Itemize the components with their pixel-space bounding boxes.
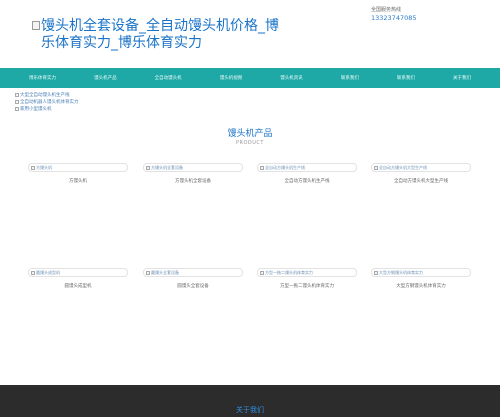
nav-item-about[interactable]: 关于我们 (453, 75, 471, 81)
product-name[interactable]: 圆馒头成型机 (28, 283, 128, 289)
product-image[interactable]: 方型一拖二馒头机体育实力 (257, 268, 357, 277)
product-name[interactable]: 方馒头机 (28, 178, 128, 184)
product-image[interactable]: 圆馒头全套设备 (143, 268, 243, 277)
banner-link[interactable]: 家用小型馒头机 (15, 105, 79, 112)
broken-image-icon (374, 165, 378, 170)
product-name[interactable]: 全自动方馒头机生产线 (257, 178, 357, 184)
header: 馒头机全套设备_全自动馒头机价格_博乐体育实力_博乐体育实力 全国服务热线 13… (0, 0, 500, 68)
product-section-title: 馒头机产品 PRODUCT (0, 128, 500, 147)
broken-image-icon (260, 165, 264, 170)
product-image[interactable]: 圆馒头成型机 (28, 268, 128, 277)
banner-link-list: 大型全自动馒头机生产线 全自动机器人馒头机体育实力 家用小型馒头机 (15, 91, 79, 112)
product-image-alt: 方馒头机 (36, 164, 52, 170)
broken-image-icon (260, 270, 264, 275)
nav-item-news[interactable]: 馒头机资讯 (280, 75, 303, 81)
banner-link[interactable]: 大型全自动馒头机生产线 (15, 91, 79, 98)
product-image[interactable]: 全自动方馒头机生产线 (257, 163, 357, 172)
product-card[interactable]: 全自动方馒头机生产线 全自动方馒头机生产线 (257, 163, 357, 184)
broken-image-icon (146, 165, 150, 170)
banner-link-text: 家用小型馒头机 (20, 106, 52, 112)
section-title-en: PRODUCT (236, 140, 264, 146)
broken-image-icon (15, 99, 19, 104)
broken-image-icon (374, 270, 378, 275)
product-image-alt: 圆馒头全套设备 (151, 269, 179, 275)
main-nav: 博乐体育实力 馒头机产品 全自动馒头机 馒头机视频 馒头机资讯 联系我们 联系我… (0, 68, 500, 88)
hotline-label: 全国服务热线 (371, 7, 402, 13)
product-name[interactable]: 方型一拖二馒头机体育实力 (257, 283, 357, 289)
footer-about-title[interactable]: 关于我们 (0, 405, 500, 415)
product-image-alt: 圆馒头成型机 (36, 269, 60, 275)
nav-item-home[interactable]: 博乐体育实力 (29, 75, 56, 81)
nav-item-video[interactable]: 馒头机视频 (220, 75, 243, 81)
product-image[interactable]: 全自动方馒头机大型生产线 (371, 163, 471, 172)
banner-link-text: 大型全自动馒头机生产线 (20, 92, 70, 98)
product-card[interactable]: 圆馒头成型机 圆馒头成型机 (28, 268, 128, 289)
product-image-alt: 方型一拖二馒头机体育实力 (265, 269, 313, 275)
broken-image-icon (31, 165, 35, 170)
product-card[interactable]: 大型方钢馒头机体育实力 大型方钢馒头机体育实力 (371, 268, 471, 289)
product-image-alt: 全自动方馒头机大型生产线 (379, 164, 427, 170)
broken-image-icon (15, 106, 19, 111)
page: 馒头机全套设备_全自动馒头机价格_博乐体育实力_博乐体育实力 全国服务热线 13… (0, 0, 500, 417)
product-image[interactable]: 方馒头机全套设备 (143, 163, 243, 172)
nav-item-products[interactable]: 馒头机产品 (94, 75, 117, 81)
product-card[interactable]: 圆馒头全套设备 圆馒头全套设备 (143, 268, 243, 289)
nav-item-contact-2[interactable]: 联系我们 (397, 75, 415, 81)
product-card[interactable]: 方馒头机全套设备 方馒头机全套设备 (143, 163, 243, 184)
broken-image-icon (31, 270, 35, 275)
product-card[interactable]: 方馒头机 方馒头机 (28, 163, 128, 184)
product-image-alt: 全自动方馒头机生产线 (265, 164, 305, 170)
product-image[interactable]: 方馒头机 (28, 163, 128, 172)
broken-image-icon (15, 92, 19, 97)
banner-link[interactable]: 全自动机器人馒头机体育实力 (15, 98, 79, 105)
nav-item-auto-machine[interactable]: 全自动馒头机 (155, 75, 182, 81)
product-name[interactable]: 圆馒头全套设备 (143, 283, 243, 289)
broken-image-icon (146, 270, 150, 275)
product-image[interactable]: 大型方钢馒头机体育实力 (371, 268, 471, 277)
product-name[interactable]: 方馒头机全套设备 (143, 178, 243, 184)
broken-image-icon (32, 21, 40, 30)
contact-block: 全国服务热线 13323747085 (371, 6, 417, 23)
logo-alt-text: 馒头机全套设备_全自动馒头机价格_博乐体育实力_博乐体育实力 (41, 18, 279, 51)
product-card[interactable]: 方型一拖二馒头机体育实力 方型一拖二馒头机体育实力 (257, 268, 357, 289)
product-name[interactable]: 大型方钢馒头机体育实力 (371, 283, 471, 289)
site-logo[interactable]: 馒头机全套设备_全自动馒头机价格_博乐体育实力_博乐体育实力 (32, 18, 282, 52)
footer: 关于我们 (0, 385, 500, 417)
nav-item-contact-1[interactable]: 联系我们 (341, 75, 359, 81)
product-image-alt: 大型方钢馒头机体育实力 (379, 269, 423, 275)
hotline-phone: 13323747085 (371, 14, 417, 22)
product-name[interactable]: 全自动方馒头机大型生产线 (371, 178, 471, 184)
product-image-alt: 方馒头机全套设备 (151, 164, 183, 170)
banner-link-text: 全自动机器人馒头机体育实力 (20, 99, 79, 105)
product-card[interactable]: 全自动方馒头机大型生产线 全自动方馒头机大型生产线 (371, 163, 471, 184)
section-title-cn: 馒头机产品 (227, 129, 273, 139)
